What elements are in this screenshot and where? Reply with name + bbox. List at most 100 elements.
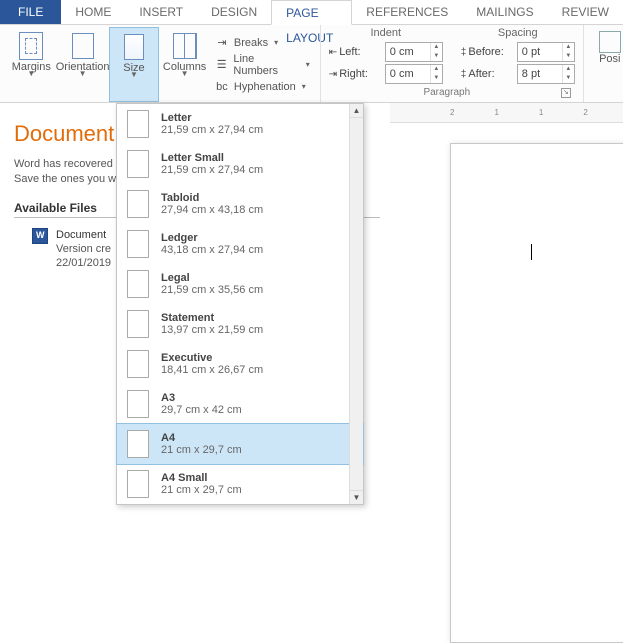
- indent-header: Indent: [329, 27, 443, 39]
- position-button[interactable]: Posi: [590, 27, 623, 65]
- size-dimensions: 43,18 cm x 27,94 cm: [161, 244, 263, 256]
- page-icon: [127, 190, 149, 218]
- tab-references[interactable]: REFERENCES: [352, 0, 462, 24]
- position-icon: [599, 31, 621, 53]
- size-dimensions: 18,41 cm x 26,67 cm: [161, 364, 263, 376]
- tab-insert[interactable]: INSERT: [125, 0, 197, 24]
- group-page-setup: Margins ▼ Orientation ▼ Size ▼ Columns ▼…: [0, 25, 321, 102]
- tab-design[interactable]: DESIGN: [197, 0, 271, 24]
- spinner-up-icon[interactable]: ▲: [431, 43, 442, 52]
- size-dimensions: 27,94 cm x 43,18 cm: [161, 204, 263, 216]
- chevron-down-icon: ▼: [130, 70, 138, 79]
- file-version: Version cre: [56, 242, 111, 256]
- tab-file[interactable]: FILE: [0, 0, 61, 24]
- spinner-up-icon[interactable]: ▲: [563, 43, 574, 52]
- spinner-down-icon[interactable]: ▼: [431, 52, 442, 61]
- line-numbers-icon: ☰: [214, 57, 230, 73]
- margins-icon: [19, 32, 43, 60]
- page-icon: [127, 430, 149, 458]
- scroll-down-icon[interactable]: ▼: [350, 490, 363, 504]
- group-arrange: Posi: [584, 25, 623, 102]
- columns-button[interactable]: Columns ▼: [159, 27, 210, 102]
- spinner-down-icon[interactable]: ▼: [431, 74, 442, 83]
- tab-home[interactable]: HOME: [61, 0, 125, 24]
- ribbon-tabs: FILE HOME INSERT DESIGN PAGE LAYOUT REFE…: [0, 0, 623, 25]
- hyphenation-button[interactable]: bc Hyphenation ▾: [214, 77, 310, 97]
- size-option-executive[interactable]: Executive18,41 cm x 26,67 cm: [117, 344, 363, 384]
- ribbon: Margins ▼ Orientation ▼ Size ▼ Columns ▼…: [0, 25, 623, 103]
- size-dimensions: 29,7 cm x 42 cm: [161, 404, 242, 416]
- line-numbers-label: Line Numbers: [233, 53, 299, 77]
- size-name: Ledger: [161, 232, 263, 244]
- tab-page-layout[interactable]: PAGE LAYOUT: [271, 0, 352, 25]
- indent-left-value[interactable]: 0 cm: [386, 43, 430, 61]
- size-name: Executive: [161, 352, 263, 364]
- chevron-down-icon: ▼: [27, 69, 35, 78]
- orientation-icon: [72, 33, 94, 59]
- size-option-ledger[interactable]: Ledger43,18 cm x 27,94 cm: [117, 224, 363, 264]
- horizontal-ruler[interactable]: 2 1 1 2: [390, 103, 623, 123]
- spacing-after-label: ‡ After:: [461, 68, 513, 80]
- spacing-before-value[interactable]: 0 pt: [518, 43, 562, 61]
- dropdown-scrollbar[interactable]: ▲ ▼: [349, 104, 363, 504]
- breaks-button[interactable]: ⇥ Breaks ▾: [214, 33, 310, 53]
- columns-icon: [173, 33, 197, 59]
- size-name: A4 Small: [161, 472, 242, 484]
- page-icon: [127, 150, 149, 178]
- size-dimensions: 21,59 cm x 35,56 cm: [161, 284, 263, 296]
- hyphenation-icon: bc: [214, 79, 230, 95]
- size-option-letter[interactable]: Letter21,59 cm x 27,94 cm: [117, 104, 363, 144]
- tab-review[interactable]: REVIEW: [548, 0, 623, 24]
- indent-right-label: ⇥ Right:: [329, 68, 381, 80]
- chevron-down-icon: ▼: [181, 69, 189, 78]
- spinner-down-icon[interactable]: ▼: [563, 52, 574, 61]
- size-option-legal[interactable]: Legal21,59 cm x 35,56 cm: [117, 264, 363, 304]
- group-paragraph: Indent ⇤ Left: 0 cm ▲▼ ⇥ Right:: [321, 25, 584, 102]
- breaks-label: Breaks: [234, 37, 268, 49]
- page-icon: [127, 110, 149, 138]
- spinner-down-icon[interactable]: ▼: [563, 74, 574, 83]
- size-option-statement[interactable]: Statement13,97 cm x 21,59 cm: [117, 304, 363, 344]
- paragraph-group-label: Paragraph: [423, 87, 470, 98]
- size-dropdown: ▲ ▼ Letter21,59 cm x 27,94 cmLetter Smal…: [116, 103, 364, 505]
- size-dimensions: 21 cm x 29,7 cm: [161, 444, 242, 456]
- breaks-icon: ⇥: [214, 35, 230, 51]
- size-dimensions: 21 cm x 29,7 cm: [161, 484, 242, 496]
- margins-button[interactable]: Margins ▼: [6, 27, 57, 102]
- document-page[interactable]: [450, 143, 623, 643]
- spacing-after-value[interactable]: 8 pt: [518, 65, 562, 83]
- indent-right-value[interactable]: 0 cm: [386, 65, 430, 83]
- page-icon: [127, 230, 149, 258]
- chevron-down-icon: ▼: [79, 69, 87, 78]
- chevron-down-icon: ▾: [274, 38, 278, 47]
- spacing-after-icon: ‡: [461, 69, 467, 80]
- indent-left-input[interactable]: 0 cm ▲▼: [385, 42, 443, 62]
- size-name: A3: [161, 392, 242, 404]
- size-button[interactable]: Size ▼: [109, 27, 160, 102]
- word-file-icon: [32, 228, 48, 244]
- indent-left-icon: ⇤: [329, 47, 337, 58]
- scroll-up-icon[interactable]: ▲: [350, 104, 363, 118]
- spacing-after-input[interactable]: 8 pt ▲▼: [517, 64, 575, 84]
- spinner-up-icon[interactable]: ▲: [563, 65, 574, 74]
- size-icon: [124, 34, 144, 60]
- line-numbers-button[interactable]: ☰ Line Numbers ▾: [214, 55, 310, 75]
- size-name: Letter Small: [161, 152, 263, 164]
- spacing-before-input[interactable]: 0 pt ▲▼: [517, 42, 575, 62]
- size-option-a4-small[interactable]: A4 Small21 cm x 29,7 cm: [117, 464, 363, 504]
- page-icon: [127, 390, 149, 418]
- indent-right-input[interactable]: 0 cm ▲▼: [385, 64, 443, 84]
- spinner-up-icon[interactable]: ▲: [431, 65, 442, 74]
- size-option-a4[interactable]: A421 cm x 29,7 cm: [116, 423, 364, 465]
- orientation-button[interactable]: Orientation ▼: [57, 27, 109, 102]
- size-option-tabloid[interactable]: Tabloid27,94 cm x 43,18 cm: [117, 184, 363, 224]
- indent-right-icon: ⇥: [329, 69, 337, 80]
- document-area: 2 1 1 2: [390, 103, 623, 541]
- page-icon: [127, 350, 149, 378]
- paragraph-dialog-launcher[interactable]: ↘: [561, 88, 571, 98]
- tab-mailings[interactable]: MAILINGS: [462, 0, 547, 24]
- size-option-letter-small[interactable]: Letter Small21,59 cm x 27,94 cm: [117, 144, 363, 184]
- chevron-down-icon: ▾: [302, 82, 306, 91]
- size-dimensions: 21,59 cm x 27,94 cm: [161, 124, 263, 136]
- size-option-a3[interactable]: A329,7 cm x 42 cm: [117, 384, 363, 424]
